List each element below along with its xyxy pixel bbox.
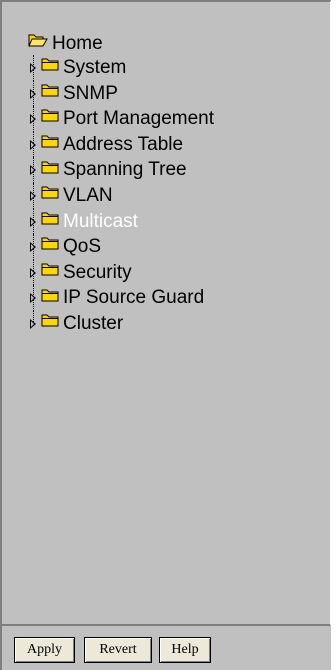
tree-item-vlan[interactable]: VLAN	[28, 181, 214, 209]
right-edge	[331, 0, 336, 670]
expand-arrow-icon[interactable]	[30, 114, 36, 125]
tree-item-label: IP Source Guard	[63, 287, 205, 309]
tree-items: System SNMP Port Management Address Table Sp…	[28, 55, 214, 337]
expand-arrow-icon[interactable]	[30, 216, 36, 227]
tree-item-address-table[interactable]: Address Table	[28, 130, 214, 158]
tree-item-qos[interactable]: QoS	[28, 234, 214, 260]
navigation-frame: Home System SNMP Port Management Address Ta…	[0, 0, 336, 670]
tree-item-multicast[interactable]: Multicast	[28, 207, 214, 235]
expand-arrow-icon[interactable]	[30, 88, 36, 99]
tree-item-ip-source-guard[interactable]: IP Source Guard	[28, 285, 214, 311]
folder-icon	[41, 309, 59, 335]
expand-arrow-icon[interactable]	[30, 139, 36, 150]
folder-icon	[41, 104, 59, 130]
tree-item-system[interactable]: System	[28, 55, 214, 81]
tree-root-label: Home	[52, 33, 103, 54]
tree-item-label: Multicast	[63, 210, 138, 232]
revert-button[interactable]: Revert	[84, 637, 152, 663]
folder-icon	[41, 284, 59, 310]
tree-item-label: VLAN	[63, 184, 113, 206]
tree-item-label: QoS	[63, 236, 102, 258]
tree-item-label: Address Table	[63, 133, 184, 155]
tree-item-label: System	[63, 57, 127, 78]
folder-icon	[41, 156, 59, 182]
button-bar: Apply Revert Help	[0, 626, 331, 670]
expand-arrow-icon[interactable]	[30, 318, 36, 329]
tree-pane: Home System SNMP Port Management Address Ta…	[0, 0, 331, 626]
tree-item-security[interactable]: Security	[28, 258, 214, 286]
expand-arrow-icon[interactable]	[30, 165, 36, 176]
expand-arrow-icon[interactable]	[30, 293, 36, 304]
folder-icon	[41, 207, 59, 233]
expand-arrow-icon[interactable]	[30, 242, 36, 253]
folder-icon	[41, 130, 59, 156]
tree-item-label: Port Management	[63, 108, 215, 130]
tree-item-label: Cluster	[63, 312, 124, 334]
tree-item-label: Security	[63, 261, 132, 283]
folder-icon	[41, 53, 59, 79]
tree-item-label: Spanning Tree	[63, 159, 187, 181]
help-button[interactable]: Help	[159, 637, 211, 663]
navigation-tree: Home System SNMP Port Management Address Ta…	[28, 32, 214, 337]
folder-icon	[41, 79, 59, 105]
folder-icon	[41, 181, 59, 207]
tree-item-port-management[interactable]: Port Management	[28, 106, 214, 132]
tree-item-label: SNMP	[63, 82, 118, 104]
tree-item-snmp[interactable]: SNMP	[28, 79, 214, 107]
expand-arrow-icon[interactable]	[30, 267, 36, 278]
expand-arrow-icon[interactable]	[30, 190, 36, 201]
apply-button[interactable]: Apply	[14, 637, 75, 663]
folder-icon	[41, 232, 59, 258]
expand-arrow-icon[interactable]	[30, 63, 36, 73]
open-folder-icon	[28, 30, 48, 53]
tree-root-home[interactable]: Home	[28, 32, 214, 55]
tree-item-cluster[interactable]: Cluster	[28, 309, 214, 337]
folder-icon	[41, 258, 59, 284]
tree-item-spanning-tree[interactable]: Spanning Tree	[28, 157, 214, 183]
